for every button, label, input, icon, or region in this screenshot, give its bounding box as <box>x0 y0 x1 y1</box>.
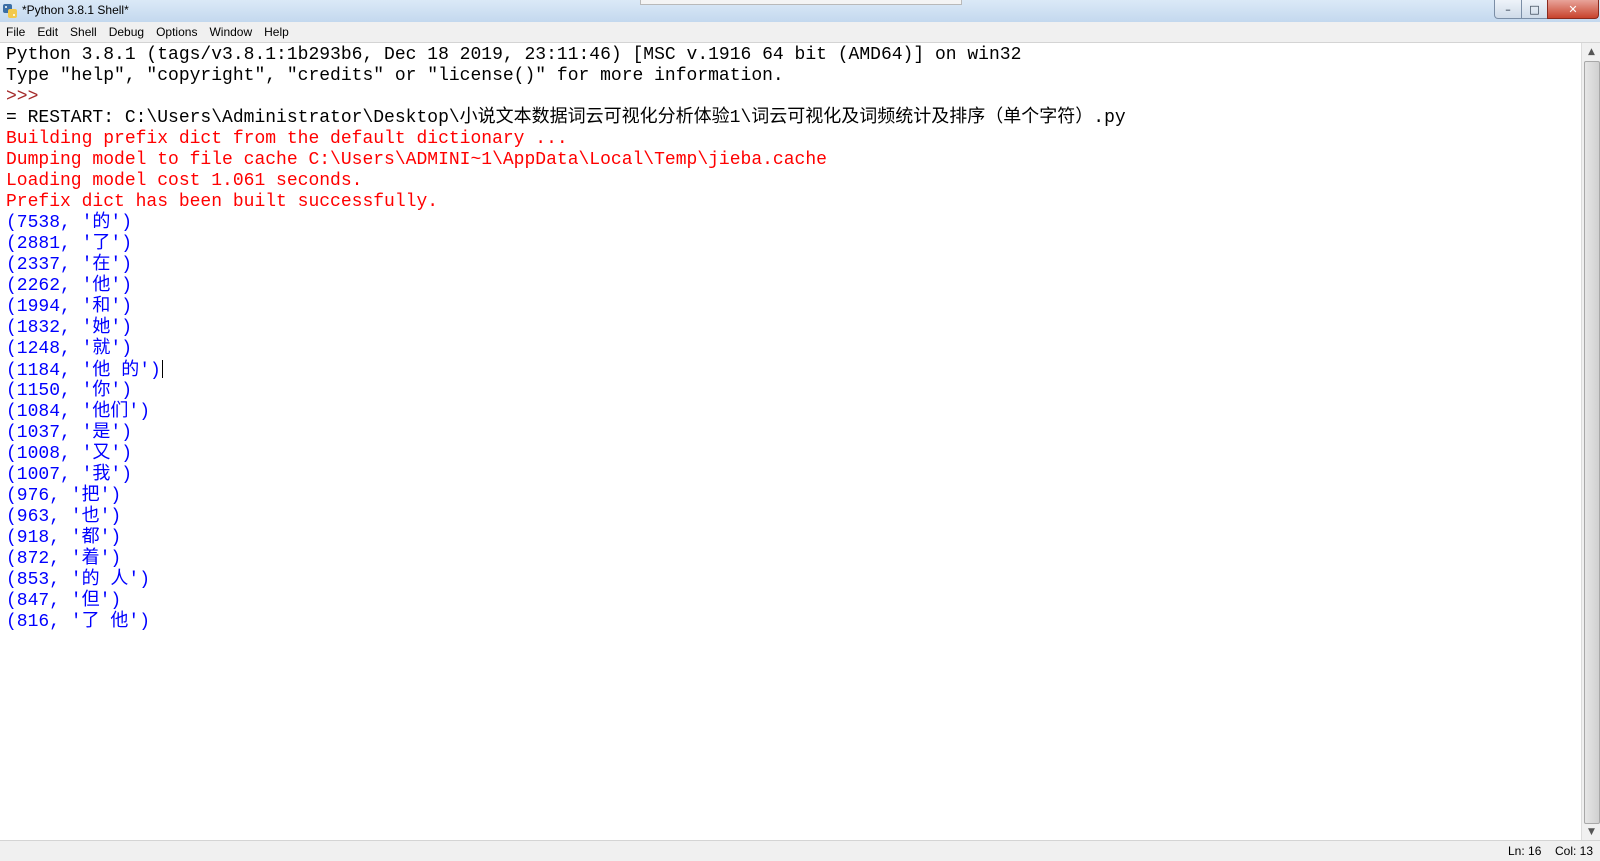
shell-line-text: (1994, '和') <box>6 297 133 317</box>
shell-line-text: Building prefix dict from the default di… <box>6 129 568 149</box>
shell-line: Dumping model to file cache C:\Users\ADM… <box>6 150 1126 171</box>
shell-line-text: Dumping model to file cache C:\Users\ADM… <box>6 150 827 170</box>
shell-line-text: (963, '也') <box>6 507 122 527</box>
shell-line: (976, '把') <box>6 486 1126 507</box>
shell-line-text: (847, '但') <box>6 591 122 611</box>
shell-line-text: = RESTART: C:\Users\Administrator\Deskto… <box>6 108 1126 128</box>
menu-file[interactable]: File <box>0 22 31 42</box>
shell-line-text: (1184, '他 的') <box>6 361 161 381</box>
shell-line: Python 3.8.1 (tags/v3.8.1:1b293b6, Dec 1… <box>6 45 1126 66</box>
window-title: *Python 3.8.1 Shell* <box>22 3 129 17</box>
maximize-button[interactable]: □ <box>1521 0 1548 19</box>
vertical-scrollbar[interactable]: ▲ ▼ <box>1581 43 1600 840</box>
shell-line: (2262, '他') <box>6 276 1126 297</box>
shell-line: (847, '但') <box>6 591 1126 612</box>
shell-line-text: (1007, '我') <box>6 465 133 485</box>
menu-options[interactable]: Options <box>150 22 203 42</box>
shell-line-text: (918, '都') <box>6 528 122 548</box>
shell-line: (7538, '的') <box>6 213 1126 234</box>
shell-line: Prefix dict has been built successfully. <box>6 192 1126 213</box>
shell-line: (1248, '就') <box>6 339 1126 360</box>
scroll-up-arrow[interactable]: ▲ <box>1582 43 1600 60</box>
minimize-button[interactable]: – <box>1494 0 1522 19</box>
menu-shell[interactable]: Shell <box>64 22 103 42</box>
overlay-window-edge <box>640 0 962 5</box>
shell-line-text: (872, '着') <box>6 549 122 569</box>
shell-line-text: >>> <box>6 87 39 107</box>
python-app-icon[interactable] <box>2 3 18 19</box>
shell-line: (2881, '了') <box>6 234 1126 255</box>
shell-line-text: Prefix dict has been built successfully. <box>6 192 439 212</box>
shell-line-text: (816, '了 他') <box>6 612 151 632</box>
scroll-down-arrow[interactable]: ▼ <box>1582 823 1600 840</box>
shell-line: Loading model cost 1.061 seconds. <box>6 171 1126 192</box>
shell-output: Python 3.8.1 (tags/v3.8.1:1b293b6, Dec 1… <box>6 45 1126 633</box>
shell-line-text: (1008, '又') <box>6 444 133 464</box>
shell-line-text: (1037, '是') <box>6 423 133 443</box>
shell-line: (853, '的 人') <box>6 570 1126 591</box>
shell-line-text: (976, '把') <box>6 486 122 506</box>
chevron-down-icon: ▼ <box>1588 826 1595 837</box>
menu-window[interactable]: Window <box>203 22 258 42</box>
shell-line: (1084, '他们') <box>6 402 1126 423</box>
menu-edit[interactable]: Edit <box>31 22 64 42</box>
menu-bar: File Edit Shell Debug Options Window Hel… <box>0 22 1600 43</box>
shell-line: = RESTART: C:\Users\Administrator\Deskto… <box>6 108 1126 129</box>
close-icon: ✕ <box>1568 2 1578 16</box>
shell-line-text: (1084, '他们') <box>6 402 151 422</box>
shell-line: (872, '着') <box>6 549 1126 570</box>
shell-line: (918, '都') <box>6 528 1126 549</box>
menu-help[interactable]: Help <box>258 22 295 42</box>
shell-line: Type "help", "copyright", "credits" or "… <box>6 66 1126 87</box>
shell-line-text: Type "help", "copyright", "credits" or "… <box>6 66 784 86</box>
status-column-number: Col: 13 <box>1555 844 1594 858</box>
shell-line: (1007, '我') <box>6 465 1126 486</box>
close-button[interactable]: ✕ <box>1547 0 1599 19</box>
shell-line: (1008, '又') <box>6 444 1126 465</box>
maximize-icon: □ <box>1529 2 1540 16</box>
menu-debug[interactable]: Debug <box>103 22 150 42</box>
shell-line: (816, '了 他') <box>6 612 1126 633</box>
status-line-number: Ln: 16 <box>1508 844 1542 858</box>
minimize-icon: – <box>1505 2 1511 16</box>
shell-line: (2337, '在') <box>6 255 1126 276</box>
shell-line-text: (7538, '的') <box>6 213 133 233</box>
shell-line: (1184, '他 的') <box>6 360 1126 381</box>
shell-line-text: (1832, '她') <box>6 318 133 338</box>
title-bar[interactable]: *Python 3.8.1 Shell* – □ ✕ <box>0 0 1600 23</box>
shell-line-text: (2337, '在') <box>6 255 133 275</box>
shell-line: (1994, '和') <box>6 297 1126 318</box>
shell-line-text: Python 3.8.1 (tags/v3.8.1:1b293b6, Dec 1… <box>6 45 1022 65</box>
shell-text-area[interactable]: Python 3.8.1 (tags/v3.8.1:1b293b6, Dec 1… <box>0 43 1581 840</box>
scrollbar-thumb[interactable] <box>1584 61 1600 824</box>
shell-line: Building prefix dict from the default di… <box>6 129 1126 150</box>
status-bar: Ln: 16 Col: 13 <box>0 840 1600 861</box>
shell-line: (963, '也') <box>6 507 1126 528</box>
chevron-up-icon: ▲ <box>1588 46 1595 57</box>
shell-line: >>> <box>6 87 1126 108</box>
shell-line-text: (2262, '他') <box>6 276 133 296</box>
shell-line: (1832, '她') <box>6 318 1126 339</box>
shell-line-text: (1150, '你') <box>6 381 133 401</box>
shell-line-text: Loading model cost 1.061 seconds. <box>6 171 363 191</box>
shell-line: (1150, '你') <box>6 381 1126 402</box>
shell-line: (1037, '是') <box>6 423 1126 444</box>
shell-line-text: (853, '的 人') <box>6 570 151 590</box>
text-cursor <box>161 360 163 378</box>
shell-line-text: (2881, '了') <box>6 234 133 254</box>
shell-line-text: (1248, '就') <box>6 339 133 359</box>
